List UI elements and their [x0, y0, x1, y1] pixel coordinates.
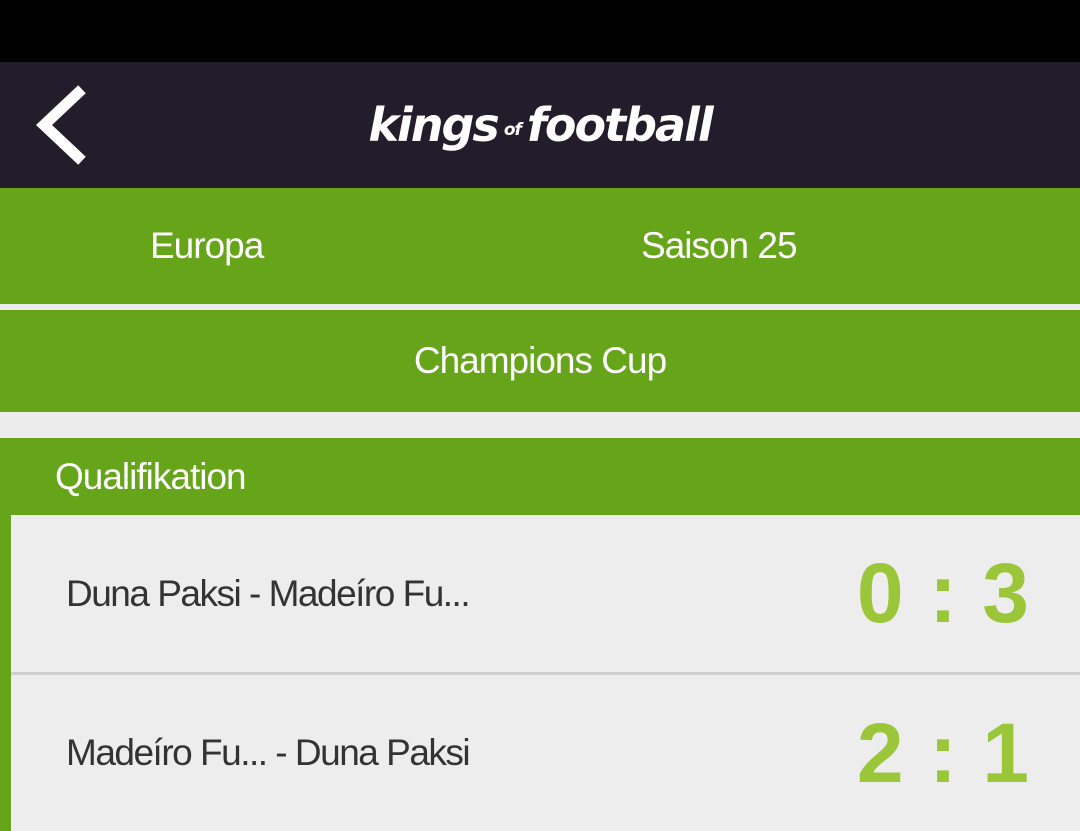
match-score: 0 : 3 [856, 546, 1030, 640]
match-row[interactable]: Duna Paksi - Madeíro Fu... 0 : 3 [11, 515, 1080, 672]
region-selector[interactable]: Europa [150, 188, 264, 304]
chevron-left-icon [35, 85, 86, 165]
match-row[interactable]: Madeíro Fu... - Duna Paksi 2 : 1 [11, 675, 1080, 831]
filter-row: Europa Saison 25 [0, 188, 1080, 304]
section-title: Qualifikation [55, 455, 247, 497]
app-header: kings of football [0, 62, 1080, 188]
competition-selector[interactable]: Champions Cup [0, 310, 1080, 412]
section-header: Qualifikation [0, 438, 1080, 515]
season-selector[interactable]: Saison 25 [641, 188, 798, 304]
section-accent-bar [0, 515, 11, 831]
match-teams: Madeíro Fu... - Duna Paksi [66, 732, 471, 773]
app-logo: kings of football [0, 62, 1080, 188]
match-teams: Duna Paksi - Madeíro Fu... [66, 572, 471, 614]
logo-kings: kings [368, 98, 499, 152]
logo-of: of [503, 120, 522, 140]
status-bar [0, 0, 1080, 62]
logo-football: football [526, 98, 714, 152]
match-score: 2 : 1 [856, 705, 1030, 800]
screen: kings of football Europa Saison 25 Champ… [0, 0, 1080, 831]
back-button[interactable] [22, 80, 102, 170]
